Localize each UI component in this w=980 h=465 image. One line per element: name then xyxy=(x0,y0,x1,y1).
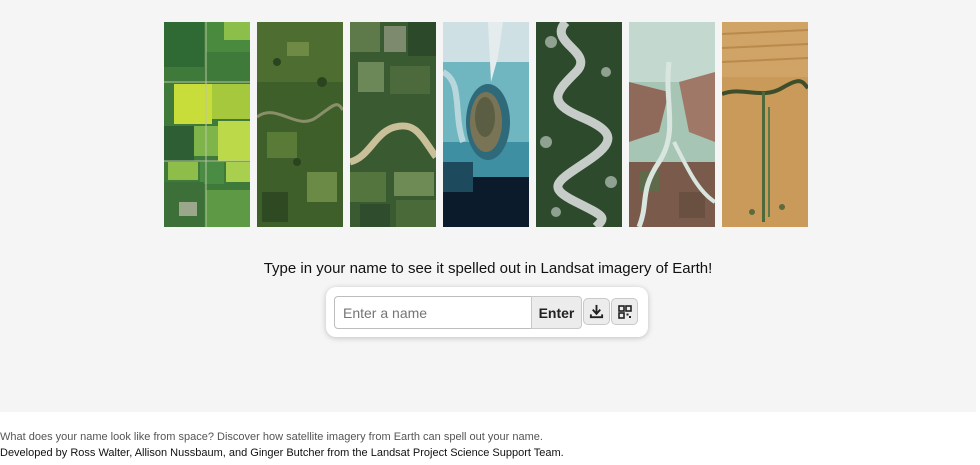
download-button[interactable] xyxy=(583,298,610,325)
river-bend-image xyxy=(350,22,436,227)
hero-section: Type in your name to see it spelled out … xyxy=(0,0,976,412)
qr-code-icon xyxy=(617,304,632,319)
desert-dunes-image xyxy=(722,22,808,227)
footer-description: What does your name look like from space… xyxy=(0,431,543,443)
name-entry-panel: Enter xyxy=(326,287,648,337)
landsat-tile-farmland xyxy=(164,22,250,227)
meandering-river-image xyxy=(536,22,622,227)
name-input[interactable] xyxy=(334,296,540,329)
landsat-tile-meandering-river xyxy=(536,22,622,227)
landsat-tile-forest-river xyxy=(257,22,343,227)
footer-credit: Developed by Ross Walter, Allison Nussba… xyxy=(0,447,564,459)
river-delta-image xyxy=(629,22,715,227)
instruction-text: Type in your name to see it spelled out … xyxy=(263,260,713,277)
landsat-tile-desert-dunes xyxy=(722,22,808,227)
enter-button[interactable]: Enter xyxy=(531,296,582,329)
landsat-tile-coastal-island xyxy=(443,22,529,227)
page-footer: What does your name look like from space… xyxy=(0,429,564,461)
farmland-image xyxy=(164,22,250,227)
landsat-tile-river-bend xyxy=(350,22,436,227)
landsat-tile-river-delta xyxy=(629,22,715,227)
forest-river-image xyxy=(257,22,343,227)
download-icon xyxy=(589,304,604,319)
qr-code-button[interactable] xyxy=(611,298,638,325)
coastal-island-image xyxy=(443,22,529,227)
